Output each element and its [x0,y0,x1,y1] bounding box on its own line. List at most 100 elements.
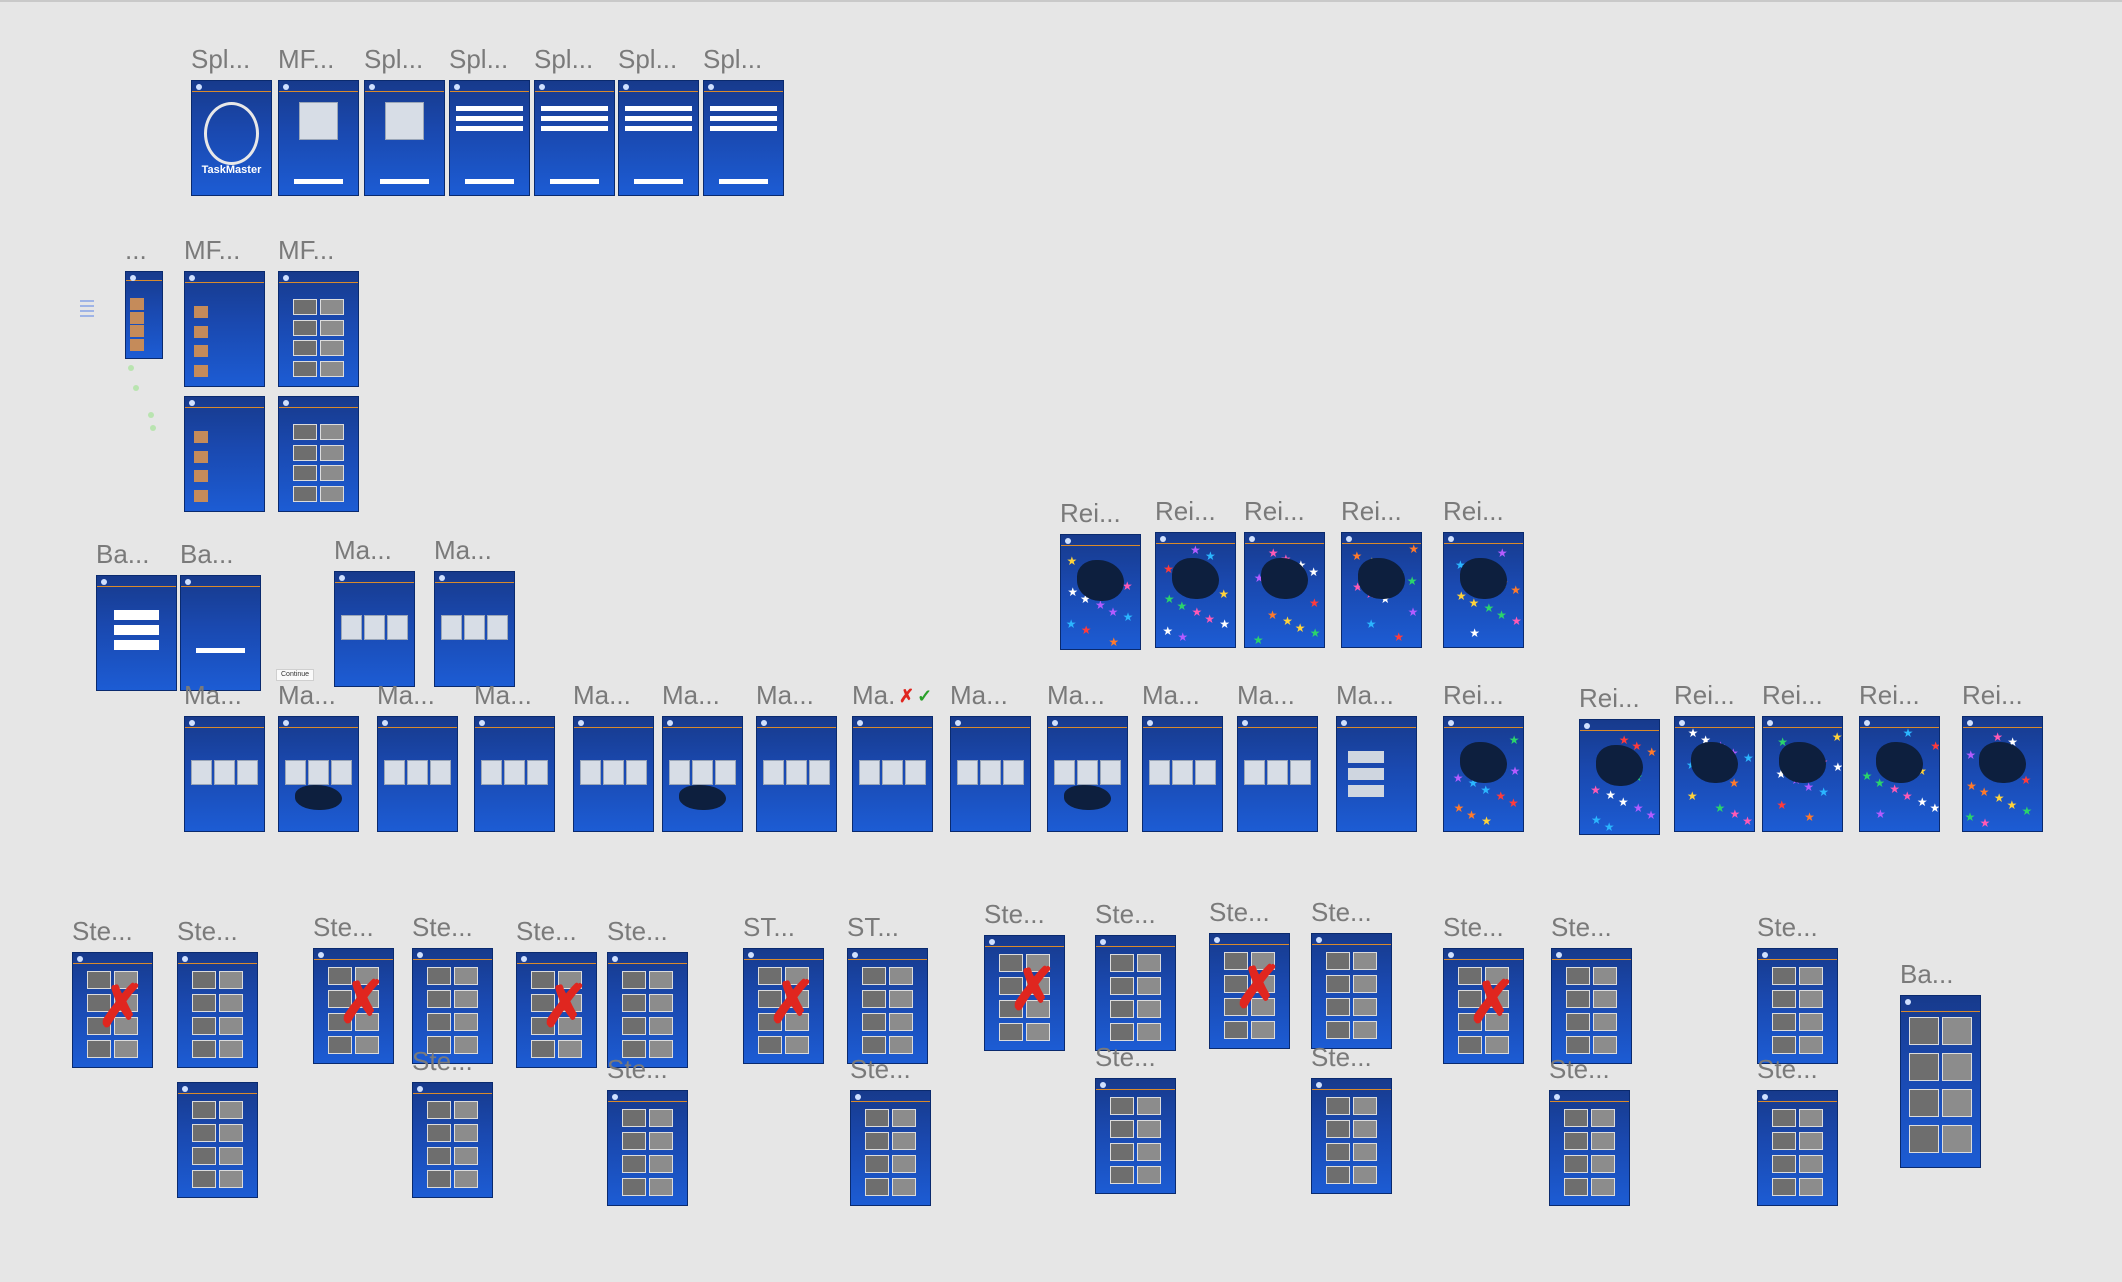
connector-dot[interactable] [148,412,154,418]
artboard-label[interactable]: Rei... [1674,680,1735,710]
artboard-frame[interactable]: ST... [847,912,928,1064]
artboard-label[interactable]: Ma... [1237,680,1295,710]
artboard-frame[interactable]: Ma... [1142,680,1223,832]
artboard-frame[interactable]: Ma... [662,680,743,832]
artboard-label[interactable]: Spl... [618,44,677,74]
artboard-label[interactable]: Ste... [1095,1042,1156,1072]
artboard-label[interactable]: Ma... [1336,680,1394,710]
artboard-frame[interactable]: Rei... ★★★★★★★★★★★★ [1674,680,1755,832]
artboard-frame[interactable]: Ma... [434,535,515,687]
artboard-frame[interactable]: Ste... [177,916,258,1068]
artboard-label[interactable]: Ste... [1311,897,1372,927]
artboard-frame[interactable]: Rei... ★★★★★★★★★★★★ [1060,498,1141,650]
artboard-label[interactable]: Ste... [516,916,577,946]
artboard-label[interactable]: Ba... [1900,959,1953,989]
artboard-label[interactable]: Ste... [177,916,238,946]
artboard-frame[interactable]: Ma... [573,680,654,832]
artboard-frame[interactable]: Ma. [852,680,933,832]
artboard-frame[interactable]: Rei... ★★★★★★★★★★★★ [1443,680,1524,832]
artboard-label[interactable]: ST... [743,912,795,942]
artboard-label[interactable]: Ma... [1142,680,1200,710]
artboard-frame[interactable]: Ste... [1757,912,1838,1064]
artboard-frame[interactable]: Ma... [756,680,837,832]
connector-dot[interactable] [128,365,134,371]
artboard-frame[interactable]: Ste... ✗ [72,916,153,1068]
artboard-frame[interactable]: Ste... [1311,1042,1392,1194]
artboard-frame[interactable]: Spl... TaskMaster [191,44,272,196]
artboard-label[interactable]: Ba... [180,539,233,569]
artboard-label[interactable]: Ste... [313,912,374,942]
artboard-frame[interactable]: Ma... [474,680,555,832]
artboard-frame[interactable]: Rei... ★★★★★★★★★★★★ [1244,496,1325,648]
artboard-frame[interactable]: Spl... [534,44,615,196]
artboard-frame[interactable]: Ba... [96,539,177,691]
artboard-frame[interactable]: Ma... [334,535,415,687]
artboard-frame[interactable]: Ste... [1095,899,1176,1051]
artboard-label[interactable]: Ste... [72,916,133,946]
artboard-label[interactable]: Ste... [1311,1042,1372,1072]
artboard-frame[interactable]: Ba... [180,539,261,691]
artboard-label[interactable]: Ba... [96,539,149,569]
artboard-frame[interactable]: Spl... [364,44,445,196]
artboard-frame[interactable]: Ma... [184,680,265,832]
artboard-frame[interactable]: Ste... [412,1046,493,1198]
artboard-label[interactable]: Rei... [1060,498,1121,528]
artboard-label[interactable]: Ma... [278,680,336,710]
connector-dot[interactable] [133,385,139,391]
artboard-label[interactable]: Ma... [573,680,631,710]
artboard-label[interactable]: Rei... [1962,680,2023,710]
artboard-frame[interactable]: Ste... ✗ [313,912,394,1064]
artboard-frame[interactable]: Ste... [1551,912,1632,1064]
artboard-frame[interactable] [177,1082,258,1198]
artboard-frame[interactable]: Ste... [607,1054,688,1206]
artboard-label[interactable]: Ste... [412,912,473,942]
artboard-label[interactable]: Ma... [377,680,435,710]
artboard-frame[interactable] [184,396,265,512]
artboard-label[interactable]: Ma... [334,535,392,565]
artboard-label[interactable]: ... [125,235,147,265]
artboard-frame[interactable]: Rei... ★★★★★★★★★★★★ [1962,680,2043,832]
connector-dot[interactable] [150,425,156,431]
artboard-frame[interactable]: Rei... ★★★★★★★★★★★★ [1341,496,1422,648]
group-list-icon[interactable] [80,300,94,318]
artboard-label[interactable]: Rei... [1443,496,1504,526]
artboard-label[interactable]: Rei... [1859,680,1920,710]
artboard-label[interactable]: Rei... [1155,496,1216,526]
artboard-label[interactable]: Ma. [852,680,895,710]
artboard-frame[interactable]: Ste... ✗ [516,916,597,1068]
artboard-frame[interactable]: Spl... [703,44,784,196]
artboard-label[interactable]: Rei... [1244,496,1305,526]
artboard-label[interactable]: Ste... [1757,912,1818,942]
artboard-frame[interactable]: Ba... [1900,959,1981,1168]
artboard-frame[interactable]: Ma... [1047,680,1128,832]
artboard-label[interactable]: Ste... [1095,899,1156,929]
artboard-label[interactable]: Ma... [662,680,720,710]
artboard-frame[interactable]: Ste... ✗ [1443,912,1524,1064]
artboard-label[interactable]: Spl... [703,44,762,74]
artboard-frame[interactable]: Ste... [1757,1054,1838,1206]
artboard-frame[interactable]: Ma... [950,680,1031,832]
artboard-frame[interactable]: Ste... [1095,1042,1176,1194]
artboard-frame[interactable]: MF... [278,235,359,387]
artboard-label[interactable]: Ste... [850,1054,911,1084]
artboard-frame[interactable]: Ste... [1311,897,1392,1049]
artboard-frame[interactable]: MF... [184,235,265,387]
artboard-frame[interactable]: Spl... [449,44,530,196]
artboard-label[interactable]: Spl... [534,44,593,74]
artboard-frame[interactable]: MF... [278,44,359,196]
artboard-label[interactable]: ST... [847,912,899,942]
artboard-label[interactable]: MF... [278,44,334,74]
artboard-label[interactable]: MF... [184,235,240,265]
artboard-label[interactable]: Ste... [1443,912,1504,942]
artboard-frame[interactable]: ST... ✗ [743,912,824,1064]
artboard-frame[interactable]: Rei... ★★★★★★★★★★★★ [1155,496,1236,648]
artboard-label[interactable]: Ma... [950,680,1008,710]
artboard-label[interactable]: Ma... [474,680,532,710]
artboard-label[interactable]: Ma... [1047,680,1105,710]
artboard-frame[interactable]: Ste... [607,916,688,1068]
artboard-label[interactable]: Ste... [607,916,668,946]
design-canvas[interactable]: Continue ✗ ✓ Spl... TaskMaster MF... Spl... S… [0,0,2122,1282]
artboard-label[interactable]: Ste... [1209,897,1270,927]
artboard-frame[interactable]: Ste... [850,1054,931,1206]
artboard-label[interactable]: Ma... [434,535,492,565]
